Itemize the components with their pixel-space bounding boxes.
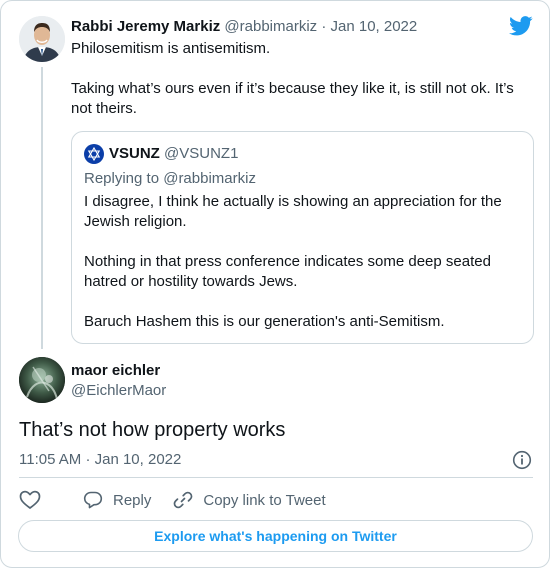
tweet-timestamp[interactable]: 11:05 AM · Jan 10, 2022 xyxy=(19,450,181,470)
heart-icon xyxy=(19,490,41,509)
avatar[interactable] xyxy=(19,16,65,62)
replying-to: Replying to @rabbimarkiz xyxy=(84,170,256,187)
tweet-time: 11:05 AM xyxy=(19,451,82,468)
tweet-date: Jan 10, 2022 xyxy=(94,451,182,468)
quoted-tweet-header: VSUNZ @VSUNZ1 xyxy=(84,144,238,164)
explore-twitter-button[interactable]: Explore what's happening on Twitter xyxy=(18,520,533,552)
avatar xyxy=(84,144,104,164)
thread-line xyxy=(41,67,43,349)
reply-button[interactable]: Reply xyxy=(83,490,151,510)
author-handle[interactable]: @rabbimarkiz xyxy=(224,18,317,35)
tweet-paragraph: Baruch Hashem this is our generation's a… xyxy=(84,313,445,330)
avatar[interactable] xyxy=(19,357,65,403)
twitter-bird-icon[interactable] xyxy=(509,15,533,37)
copy-link-label: Copy link to Tweet xyxy=(203,491,326,509)
separator: · xyxy=(321,18,327,35)
action-bar: Reply Copy link to Tweet xyxy=(19,488,348,512)
author-name[interactable]: Rabbi Jeremy Markiz xyxy=(71,18,220,35)
parent-tweet-header: Rabbi Jeremy Markiz @rabbimarkiz · Jan 1… xyxy=(71,17,417,37)
parent-tweet-text: Philosemitism is antisemitism. Taking wh… xyxy=(71,39,531,139)
tweet-paragraph: Taking what’s ours even if it’s because … xyxy=(71,80,514,117)
tweet-embed-card: Rabbi Jeremy Markiz @rabbimarkiz · Jan 1… xyxy=(0,0,550,568)
author-name[interactable]: maor eichler xyxy=(71,361,160,381)
author-handle[interactable]: @EichlerMaor xyxy=(71,381,166,401)
quoted-tweet[interactable]: VSUNZ @VSUNZ1 Replying to @rabbimarkiz I… xyxy=(71,131,534,344)
author-handle: @VSUNZ1 xyxy=(164,145,239,162)
main-tweet-text: That’s not how property works xyxy=(19,419,286,441)
divider xyxy=(19,477,533,478)
link-icon xyxy=(173,491,193,509)
tweet-paragraph: Nothing in that press conference indicat… xyxy=(84,253,491,290)
reply-label: Reply xyxy=(113,491,152,509)
author-name: VSUNZ xyxy=(109,145,160,162)
separator: · xyxy=(85,451,91,468)
reply-bubble-icon xyxy=(83,491,103,509)
like-button[interactable] xyxy=(19,490,51,510)
copy-link-button[interactable]: Copy link to Tweet xyxy=(173,490,326,510)
tweet-date[interactable]: Jan 10, 2022 xyxy=(331,18,418,35)
quoted-tweet-text: I disagree, I think he actually is showi… xyxy=(84,192,524,352)
tweet-paragraph: I disagree, I think he actually is showi… xyxy=(84,193,502,230)
star-of-david-icon xyxy=(87,147,101,161)
info-icon[interactable] xyxy=(512,450,532,470)
tweet-paragraph: Philosemitism is antisemitism. xyxy=(71,40,271,57)
